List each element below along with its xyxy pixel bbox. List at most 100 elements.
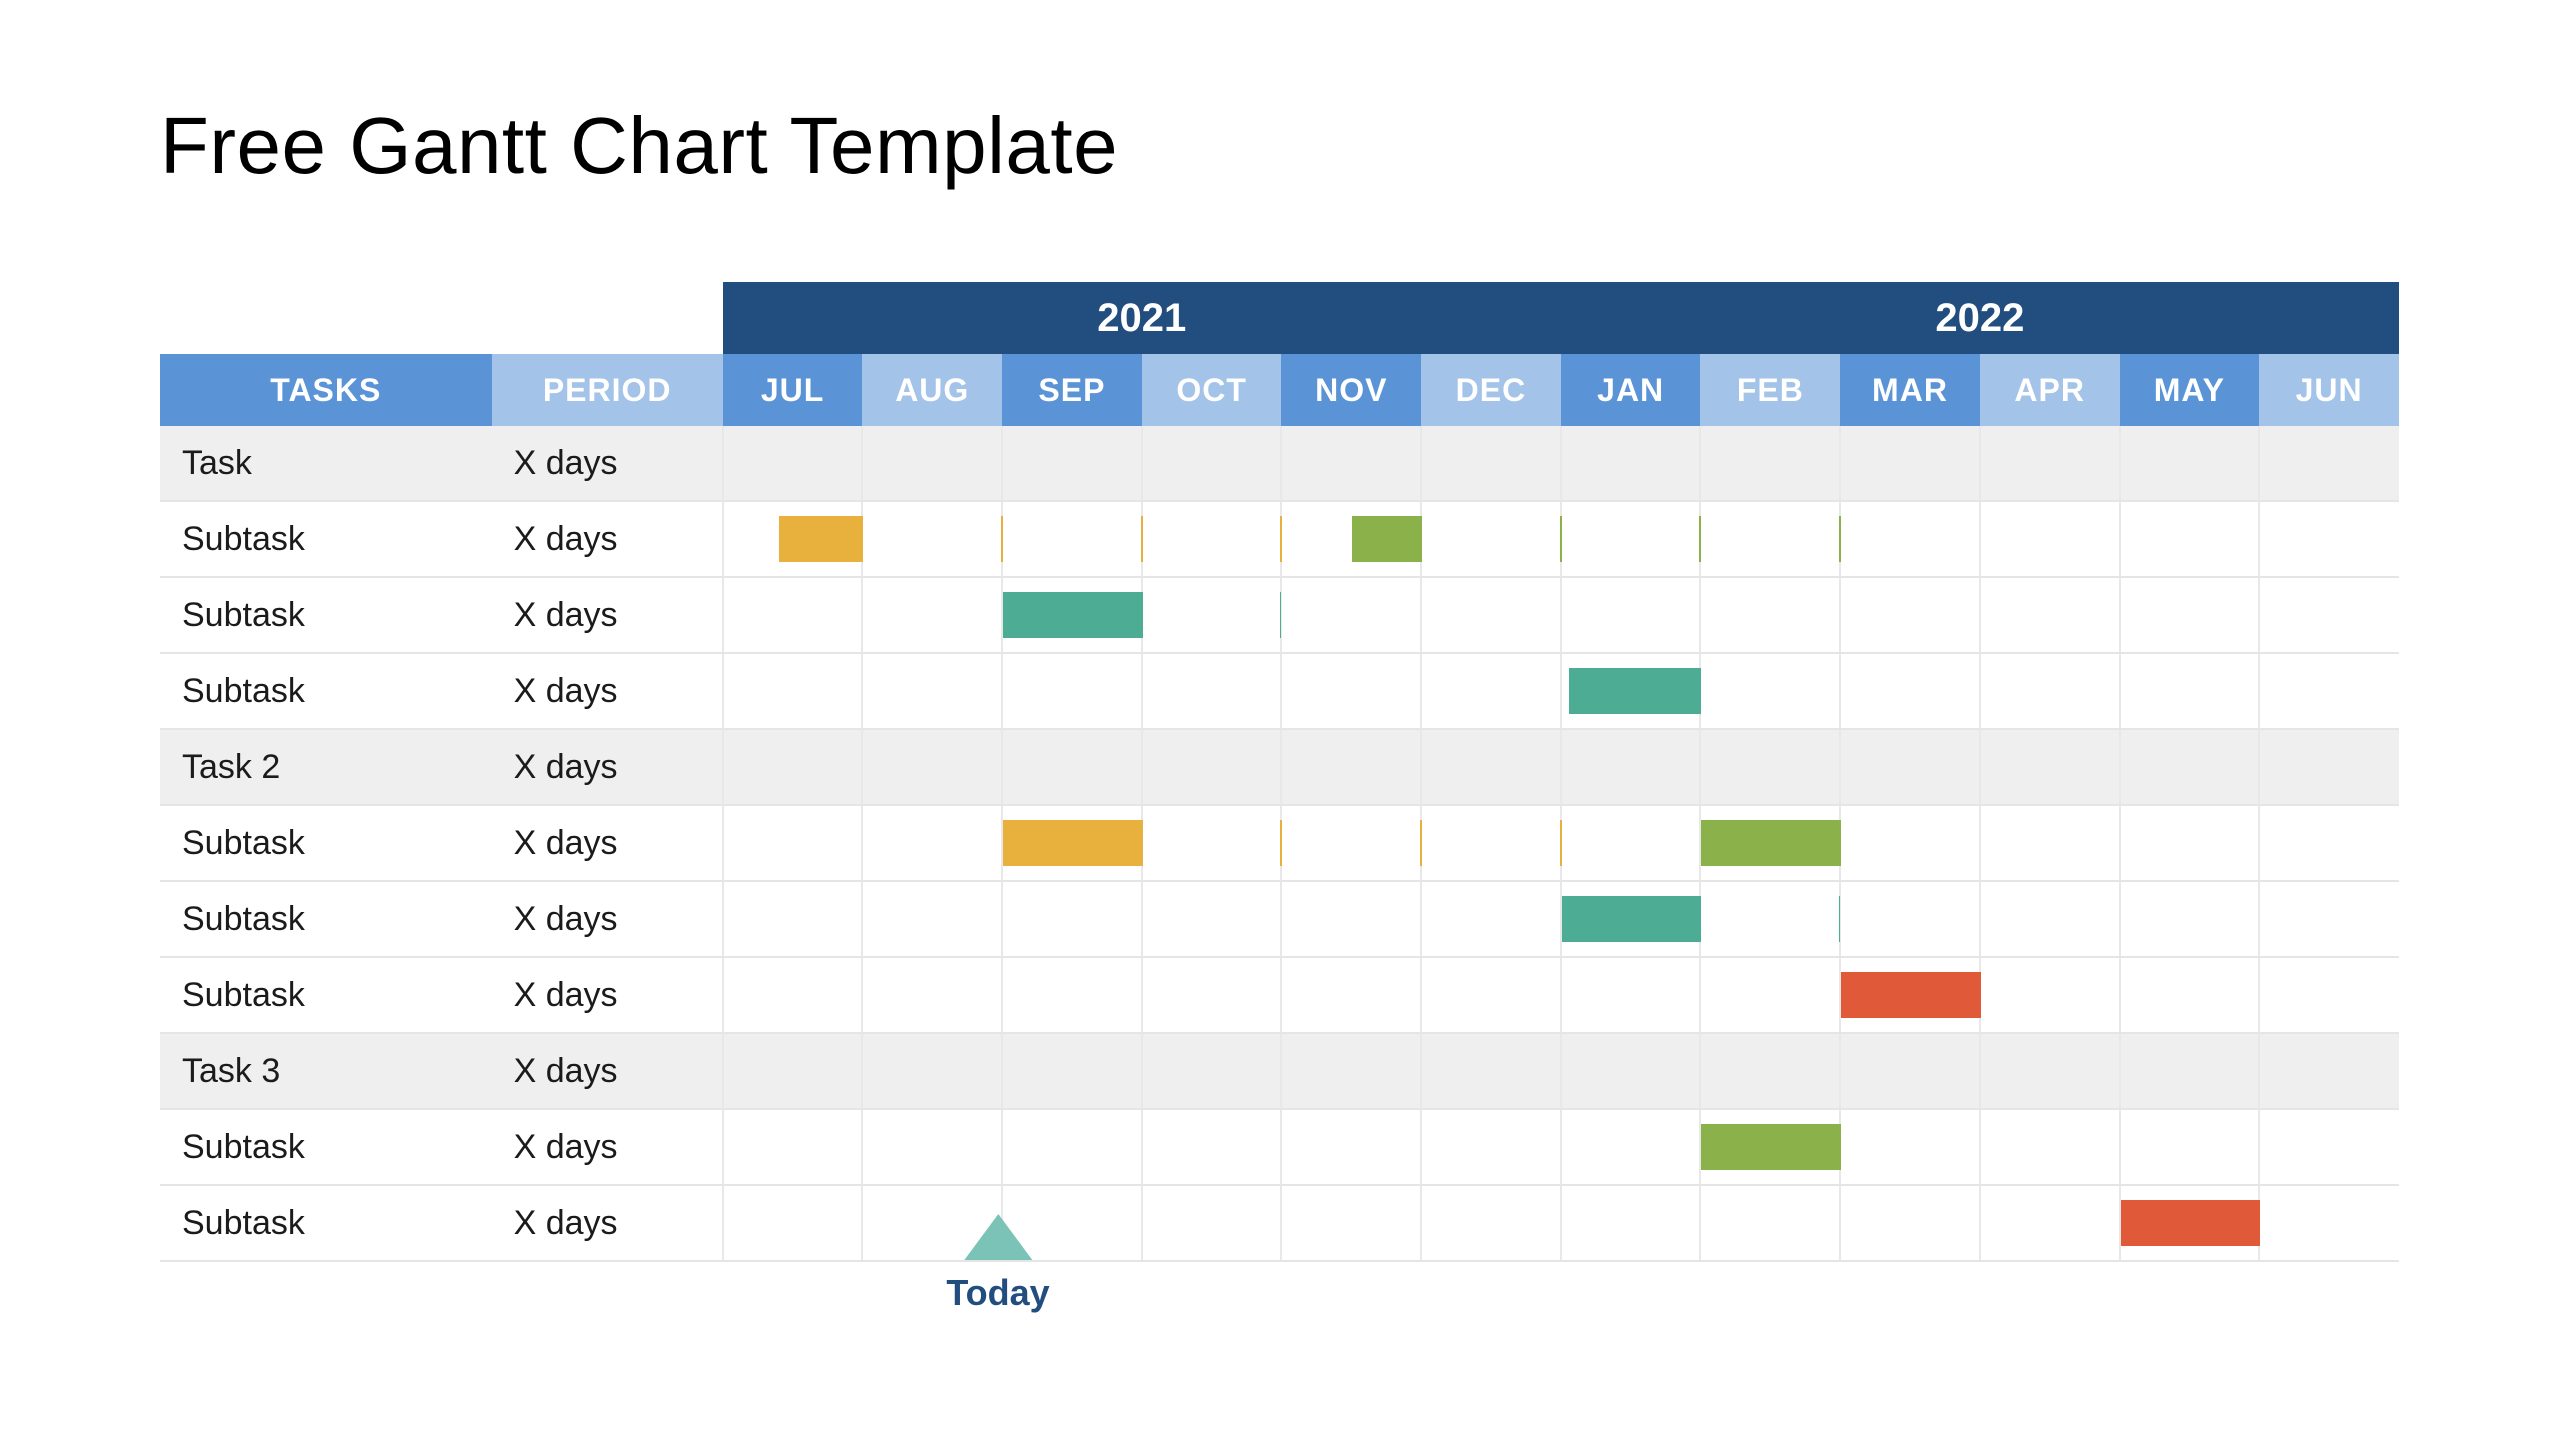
gantt-cell	[1002, 1109, 1142, 1185]
gantt-cell	[2259, 577, 2399, 653]
gantt-cell	[1421, 1109, 1561, 1185]
task-name-cell: Subtask	[160, 1109, 492, 1185]
gantt-cell	[1980, 805, 2120, 881]
task-name-cell: Subtask	[160, 957, 492, 1033]
gantt-cell	[1561, 805, 1701, 881]
table-row: Task 2X days	[160, 729, 2399, 805]
gantt-cell	[2259, 957, 2399, 1033]
gantt-cell	[2120, 426, 2260, 501]
task-name-cell: Subtask	[160, 501, 492, 577]
gantt-cell	[1840, 653, 1980, 729]
gantt-cell	[1700, 805, 1840, 881]
gantt-cell	[1840, 1109, 1980, 1185]
gantt-cell	[1281, 881, 1421, 957]
table-row: SubtaskX days	[160, 881, 2399, 957]
gantt-cell	[1281, 577, 1421, 653]
gantt-cell	[2120, 729, 2260, 805]
gantt-cell	[723, 1109, 863, 1185]
table-row: SubtaskX days	[160, 1185, 2399, 1261]
gantt-cell	[1561, 957, 1701, 1033]
gantt-cell	[2120, 1033, 2260, 1109]
header-month-mar: MAR	[1840, 354, 1980, 426]
gantt-cell	[1421, 577, 1561, 653]
year-2021: 2021	[723, 282, 1561, 354]
gantt-cell	[1700, 501, 1840, 577]
gantt-cell	[1840, 805, 1980, 881]
today-label: Today	[946, 1272, 1049, 1314]
task-period-cell: X days	[492, 501, 723, 577]
gantt-cell	[2259, 501, 2399, 577]
gantt-cell	[1561, 426, 1701, 501]
gantt-cell	[1002, 881, 1142, 957]
gantt-cell	[1840, 957, 1980, 1033]
gantt-cell	[1700, 1033, 1840, 1109]
task-name-cell: Subtask	[160, 1185, 492, 1261]
gantt-cell	[1421, 881, 1561, 957]
header-month-oct: OCT	[1142, 354, 1282, 426]
task-period-cell: X days	[492, 1033, 723, 1109]
gantt-cell	[2120, 577, 2260, 653]
today-marker: Today	[946, 1262, 1049, 1314]
header-month-jan: JAN	[1561, 354, 1701, 426]
gantt-cell	[1142, 653, 1282, 729]
gantt-cell	[1561, 729, 1701, 805]
gantt-cell	[1840, 426, 1980, 501]
gantt-cell	[862, 426, 1002, 501]
gantt-cell	[1142, 501, 1282, 577]
task-period-cell: X days	[492, 957, 723, 1033]
gantt-cell	[862, 957, 1002, 1033]
gantt-cell	[1700, 426, 1840, 501]
header-month-dec: DEC	[1421, 354, 1561, 426]
gantt-cell	[2259, 1033, 2399, 1109]
gantt-cell	[1421, 729, 1561, 805]
gantt-cell	[1281, 1185, 1421, 1261]
gantt-cell	[1421, 501, 1561, 577]
gantt-cell	[862, 881, 1002, 957]
gantt-cell	[1281, 653, 1421, 729]
task-period-cell: X days	[492, 729, 723, 805]
gantt-cell	[1700, 653, 1840, 729]
gantt-cell	[1002, 653, 1142, 729]
table-row: SubtaskX days	[160, 653, 2399, 729]
gantt-cell	[723, 957, 863, 1033]
gantt-cell	[1561, 577, 1701, 653]
gantt-cell	[723, 805, 863, 881]
gantt-cell	[2120, 957, 2260, 1033]
gantt-cell	[2120, 653, 2260, 729]
gantt-cell	[1142, 577, 1282, 653]
gantt-cell	[1281, 805, 1421, 881]
gantt-cell	[1980, 653, 2120, 729]
gantt-cell	[2259, 729, 2399, 805]
gantt-cell	[1561, 1109, 1701, 1185]
gantt-cell	[1980, 577, 2120, 653]
gantt-cell	[1840, 881, 1980, 957]
gantt-cell	[1840, 1185, 1980, 1261]
slide: Free Gantt Chart Template 20212022TASKSP…	[0, 0, 2559, 1440]
gantt-cell	[1142, 1185, 1282, 1261]
header-month-feb: FEB	[1700, 354, 1840, 426]
gantt-cell	[723, 1033, 863, 1109]
gantt-cell	[1002, 577, 1142, 653]
gantt-cell	[1421, 805, 1561, 881]
header-month-jul: JUL	[723, 354, 863, 426]
header-tasks: TASKS	[160, 354, 492, 426]
gantt-cell	[1980, 881, 2120, 957]
gantt-cell	[1142, 729, 1282, 805]
year-row-blank	[160, 282, 723, 354]
gantt-cell	[2120, 805, 2260, 881]
header-month-sep: SEP	[1002, 354, 1142, 426]
task-period-cell: X days	[492, 1109, 723, 1185]
gantt-bar	[1569, 668, 1701, 714]
header-month-may: MAY	[2120, 354, 2260, 426]
gantt-cell	[2120, 881, 2260, 957]
table-row: TaskX days	[160, 426, 2399, 501]
gantt-cell	[1281, 1033, 1421, 1109]
table-row: SubtaskX days	[160, 577, 2399, 653]
task-name-cell: Task	[160, 426, 492, 501]
gantt-cell	[2259, 881, 2399, 957]
gantt-cell	[1980, 1185, 2120, 1261]
task-period-cell: X days	[492, 426, 723, 501]
gantt-cell	[1840, 577, 1980, 653]
gantt-cell	[1980, 501, 2120, 577]
gantt-cell	[1561, 1033, 1701, 1109]
